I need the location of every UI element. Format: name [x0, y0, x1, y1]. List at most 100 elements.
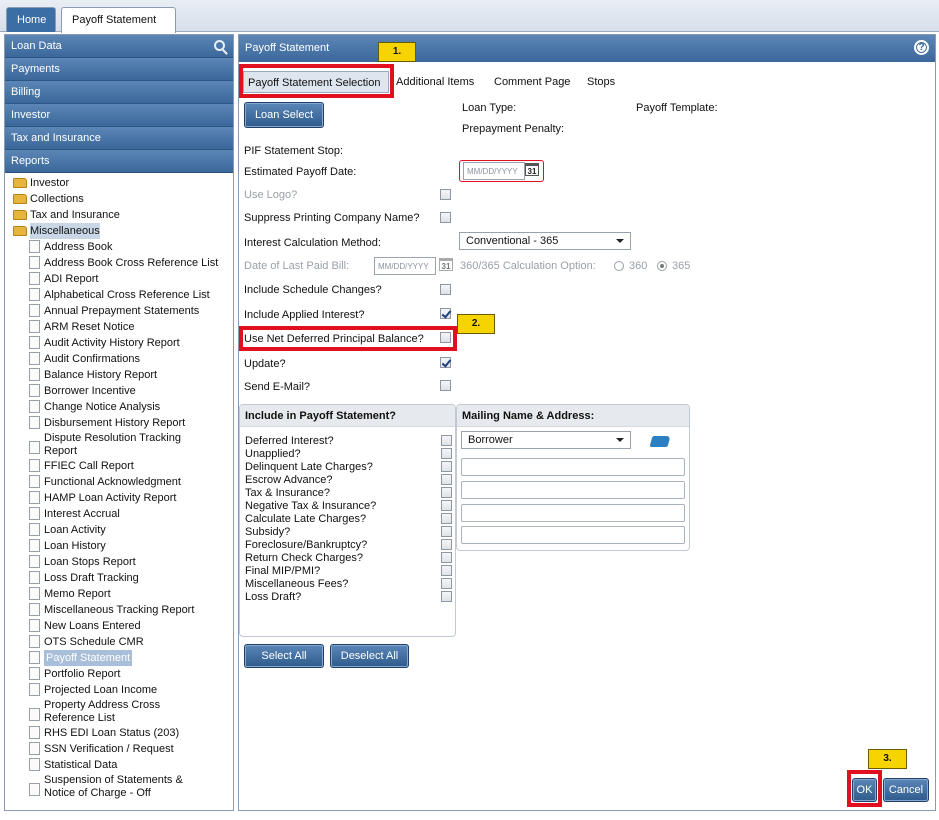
tree-item[interactable]: HAMP Loan Activity Report — [13, 490, 233, 506]
address-line-4-input[interactable] — [461, 526, 685, 544]
deselect-all-button[interactable]: Deselect All — [330, 644, 409, 668]
foreclosure-bankruptcy-checkbox[interactable] — [441, 539, 452, 550]
tree-folder-miscellaneous[interactable]: Miscellaneous — [13, 223, 233, 239]
delinquent-late-charges-checkbox[interactable] — [441, 461, 452, 472]
tab-payoff-statement[interactable]: Payoff Statement — [61, 7, 176, 33]
final-mip-pmi-checkbox[interactable] — [441, 565, 452, 576]
document-icon — [29, 742, 40, 755]
unapplied-checkbox[interactable] — [441, 448, 452, 459]
address-line-1-input[interactable] — [461, 458, 685, 476]
select-all-button[interactable]: Select All — [244, 644, 324, 668]
last-paid-bill-date-input[interactable]: MM/DD/YYYY — [374, 257, 436, 275]
document-icon — [29, 667, 40, 680]
loan-select-button[interactable]: Loan Select — [244, 102, 324, 128]
section-payments[interactable]: Payments — [5, 58, 233, 81]
tree-item[interactable]: Functional Acknowledgment — [13, 474, 233, 490]
selected-value: Conventional - 365 — [466, 235, 559, 247]
tree-item[interactable]: Balance History Report — [13, 367, 233, 383]
tree-item[interactable]: Projected Loan Income — [13, 682, 233, 698]
interest-calculation-method-select[interactable]: Conventional - 365 — [459, 232, 631, 250]
use-net-deferred-principal-checkbox[interactable] — [440, 332, 451, 343]
section-tax-and-insurance[interactable]: Tax and Insurance — [5, 127, 233, 150]
address-line-2-input[interactable] — [461, 481, 685, 499]
document-icon — [29, 475, 40, 488]
help-icon[interactable]: ? — [914, 40, 929, 55]
tax-insurance-checkbox[interactable] — [441, 487, 452, 498]
deferred-interest-checkbox[interactable] — [441, 435, 452, 446]
tree-item[interactable]: Property Address Cross Reference List — [13, 698, 213, 725]
tree-item[interactable]: Suspension of Statements & Notice of Cha… — [13, 773, 193, 800]
tree-item[interactable]: Portfolio Report — [13, 666, 233, 682]
tree-item[interactable]: Statistical Data — [13, 757, 233, 773]
section-billing[interactable]: Billing — [5, 81, 233, 104]
tree-item[interactable]: Address Book Cross Reference List — [13, 255, 233, 271]
tree-folder-tax-and-insurance[interactable]: Tax and Insurance — [13, 207, 233, 223]
tree-item[interactable]: SSN Verification / Request — [13, 741, 233, 757]
tree-item[interactable]: Disbursement History Report — [13, 415, 233, 431]
tree-item[interactable]: Dispute Resolution Tracking Report — [13, 431, 203, 458]
tree-item[interactable]: Alphabetical Cross Reference List — [13, 287, 233, 303]
use-logo-label: Use Logo? — [244, 189, 298, 201]
section-loan-data[interactable]: Loan Data — [5, 35, 233, 58]
mailing-name-select[interactable]: Borrower — [461, 431, 631, 449]
document-icon — [29, 441, 40, 454]
escrow-advance-checkbox[interactable] — [441, 474, 452, 485]
tree-item[interactable]: ARM Reset Notice — [13, 319, 233, 335]
search-icon[interactable] — [214, 40, 225, 51]
tree-item[interactable]: Loan History — [13, 538, 233, 554]
negative-tax-insurance-checkbox[interactable] — [441, 500, 452, 511]
include-schedule-changes-checkbox[interactable] — [440, 284, 451, 295]
include-item-label: Escrow Advance? — [245, 474, 333, 486]
tab-home[interactable]: Home — [6, 7, 56, 32]
section-investor[interactable]: Investor — [5, 104, 233, 127]
document-icon — [29, 571, 40, 584]
tree-item[interactable]: Interest Accrual — [13, 506, 233, 522]
document-icon — [29, 726, 40, 739]
tree-item[interactable]: New Loans Entered — [13, 618, 233, 634]
tree-folder-investor[interactable]: Investor — [13, 175, 233, 191]
radio-360[interactable] — [614, 261, 624, 271]
tree-item[interactable]: Change Notice Analysis — [13, 399, 233, 415]
address-line-3-input[interactable] — [461, 504, 685, 522]
tree-item[interactable]: Memo Report — [13, 586, 233, 602]
tree-folder-collections[interactable]: Collections — [13, 191, 233, 207]
section-reports[interactable]: Reports — [5, 150, 233, 173]
tree-item[interactable]: RHS EDI Loan Status (203) — [13, 725, 233, 741]
tree-item[interactable]: OTS Schedule CMR — [13, 634, 233, 650]
use-logo-checkbox[interactable] — [440, 189, 451, 200]
tree-item[interactable]: Audit Confirmations — [13, 351, 233, 367]
send-email-checkbox[interactable] — [440, 380, 451, 391]
suppress-company-name-checkbox[interactable] — [440, 212, 451, 223]
cancel-button[interactable]: Cancel — [883, 778, 929, 802]
miscellaneous-fees-checkbox[interactable] — [441, 578, 452, 589]
return-check-charges-checkbox[interactable] — [441, 552, 452, 563]
tab-additional-items[interactable]: Additional Items — [392, 71, 478, 93]
tab-payoff-statement-selection[interactable]: Payoff Statement Selection — [243, 71, 389, 93]
estimated-payoff-date-input[interactable]: MM/DD/YYYY — [463, 162, 525, 180]
address-book-icon[interactable] — [649, 436, 671, 447]
document-icon — [29, 240, 40, 253]
tree-item[interactable]: ADI Report — [13, 271, 233, 287]
tab-comment-page[interactable]: Comment Page — [490, 71, 574, 93]
document-icon — [29, 603, 40, 616]
tree-item-payoff-statement[interactable]: Payoff Statement — [13, 650, 233, 666]
tree-item[interactable]: Loan Activity — [13, 522, 233, 538]
calendar-icon[interactable]: 31 — [525, 163, 539, 176]
calendar-icon[interactable]: 31 — [439, 258, 453, 271]
update-checkbox[interactable] — [440, 357, 451, 368]
tree-item[interactable]: Loan Stops Report — [13, 554, 233, 570]
tree-item[interactable]: Address Book — [13, 239, 233, 255]
subsidy-checkbox[interactable] — [441, 526, 452, 537]
include-applied-interest-checkbox[interactable] — [440, 308, 451, 319]
tree-item[interactable]: Miscellaneous Tracking Report — [13, 602, 233, 618]
loss-draft-checkbox[interactable] — [441, 591, 452, 602]
tree-item[interactable]: FFIEC Call Report — [13, 458, 233, 474]
tree-item[interactable]: Annual Prepayment Statements — [13, 303, 233, 319]
ok-button[interactable]: OK — [852, 778, 877, 802]
tree-item[interactable]: Loss Draft Tracking — [13, 570, 233, 586]
radio-365[interactable] — [657, 261, 667, 271]
tree-item[interactable]: Borrower Incentive — [13, 383, 233, 399]
tab-stops[interactable]: Stops — [583, 71, 619, 93]
calculate-late-charges-checkbox[interactable] — [441, 513, 452, 524]
tree-item[interactable]: Audit Activity History Report — [13, 335, 233, 351]
